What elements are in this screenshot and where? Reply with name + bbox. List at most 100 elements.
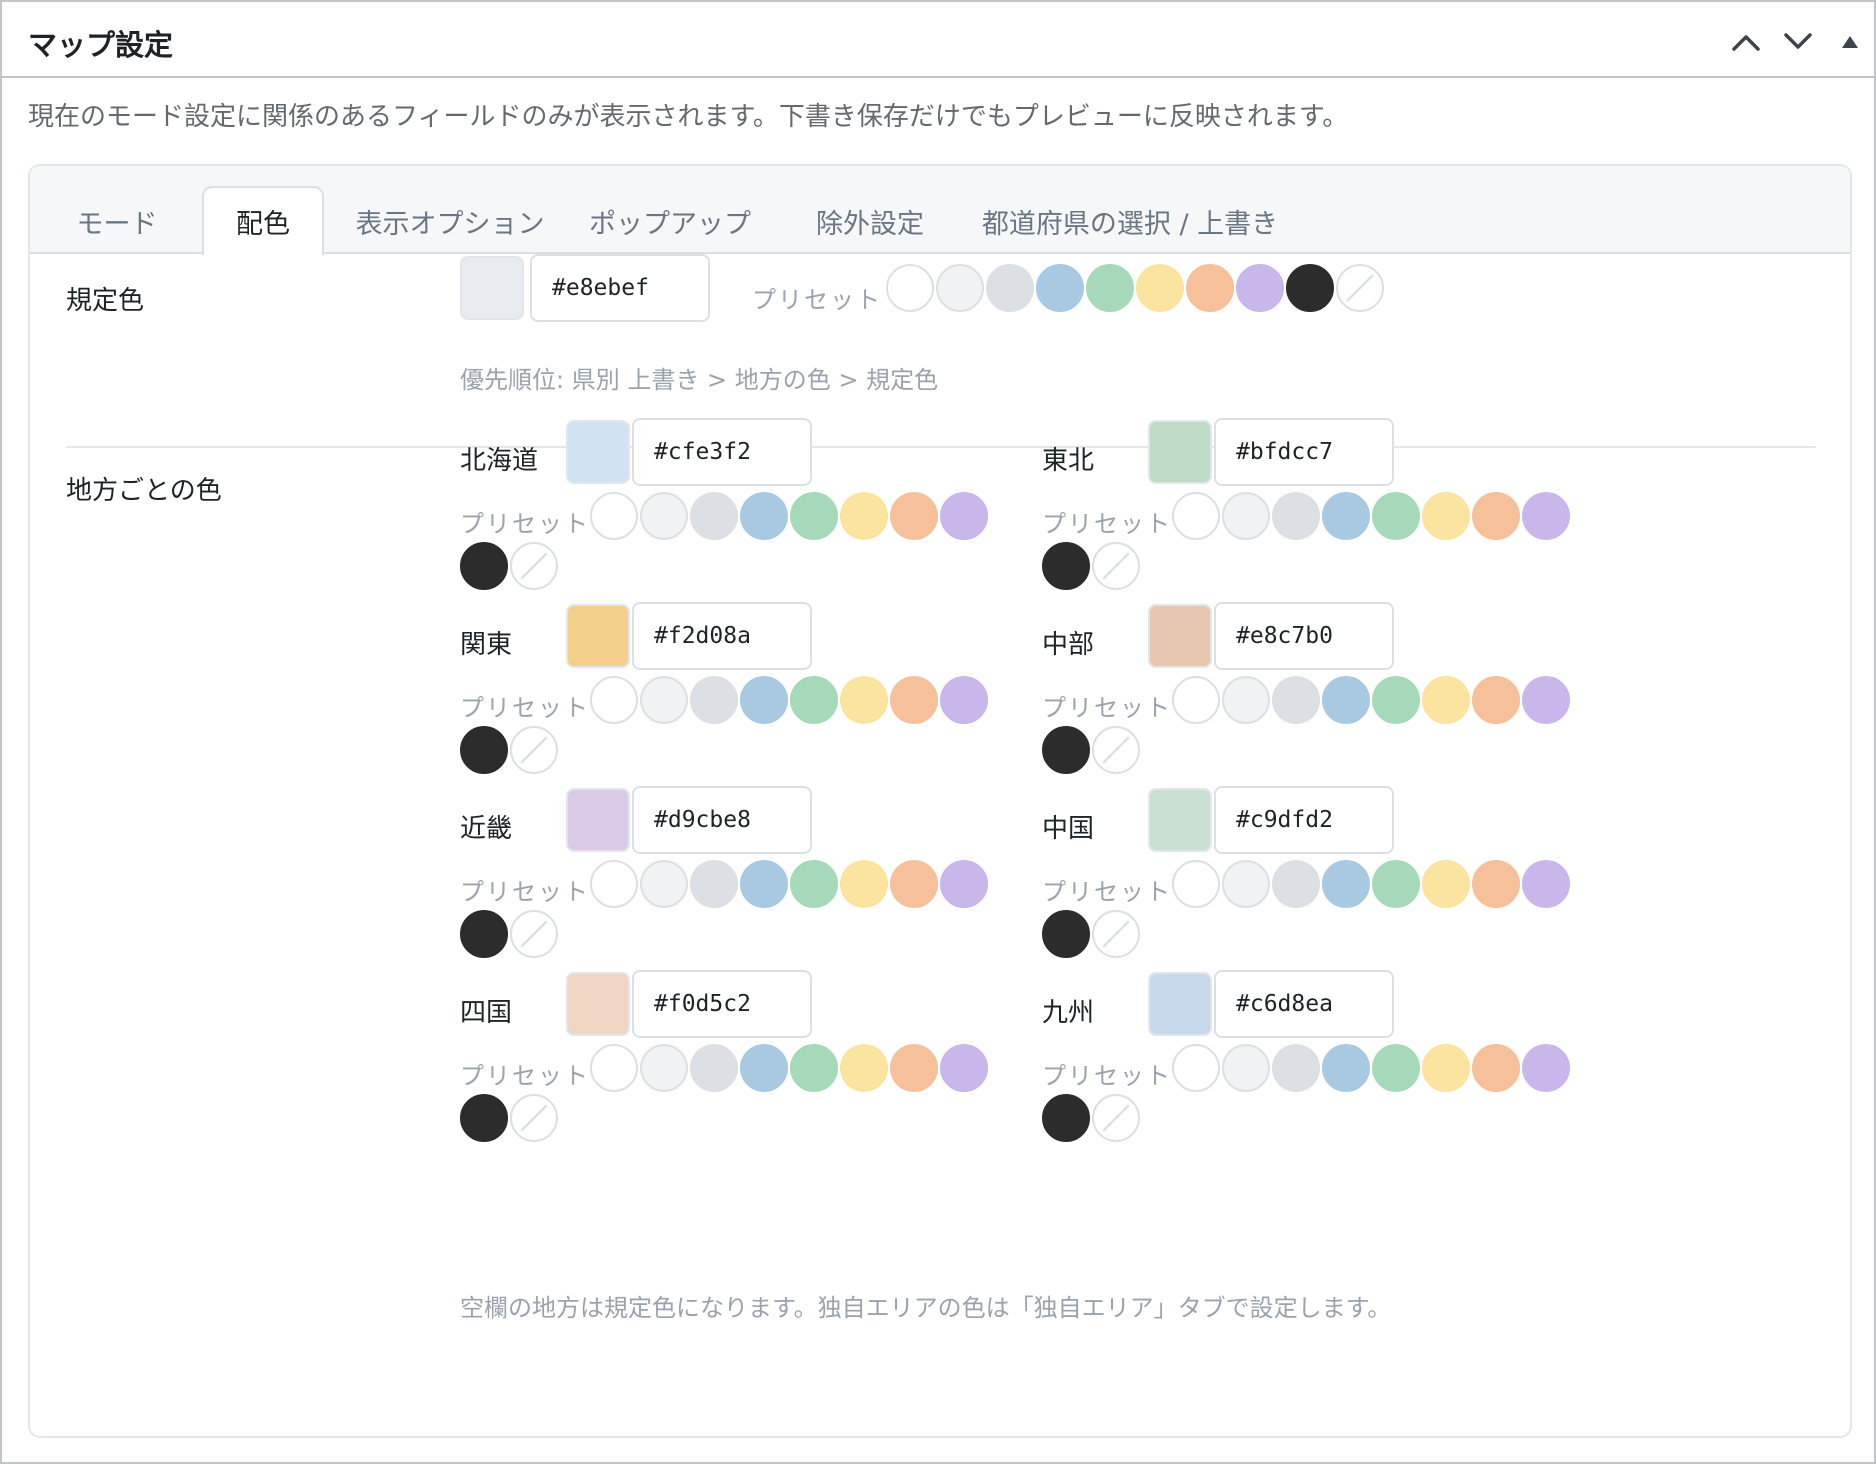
region-preset-yellow[interactable] xyxy=(840,676,888,724)
region-color-swatch[interactable] xyxy=(1148,420,1212,484)
region-preset-green[interactable] xyxy=(1372,1044,1420,1092)
region-preset-none[interactable] xyxy=(510,910,558,958)
region-preset-purple[interactable] xyxy=(940,860,988,908)
default-preset-none[interactable] xyxy=(1336,264,1384,312)
region-color-input[interactable]: #c6d8ea xyxy=(1214,970,1394,1038)
region-color-input[interactable]: #f2d08a xyxy=(632,602,812,670)
region-color-input[interactable]: #f0d5c2 xyxy=(632,970,812,1038)
region-color-swatch[interactable] xyxy=(566,972,630,1036)
default-preset-black[interactable] xyxy=(1286,264,1334,312)
region-color-input[interactable]: #bfdcc7 xyxy=(1214,418,1394,486)
region-preset-purple[interactable] xyxy=(1522,1044,1570,1092)
region-preset-very-light-gray[interactable] xyxy=(640,492,688,540)
region-preset-white[interactable] xyxy=(590,676,638,724)
region-preset-light-gray[interactable] xyxy=(690,676,738,724)
default-preset-yellow[interactable] xyxy=(1136,264,1184,312)
region-preset-black[interactable] xyxy=(1042,910,1090,958)
default-preset-white[interactable] xyxy=(886,264,934,312)
region-preset-blue[interactable] xyxy=(1322,860,1370,908)
default-color-swatch[interactable] xyxy=(460,256,524,320)
region-preset-none[interactable] xyxy=(510,726,558,774)
region-preset-green[interactable] xyxy=(790,1044,838,1092)
region-preset-green[interactable] xyxy=(1372,860,1420,908)
region-preset-light-gray[interactable] xyxy=(690,1044,738,1092)
region-preset-very-light-gray[interactable] xyxy=(1222,676,1270,724)
region-preset-purple[interactable] xyxy=(1522,860,1570,908)
region-preset-none[interactable] xyxy=(1092,1094,1140,1142)
region-preset-very-light-gray[interactable] xyxy=(640,860,688,908)
default-preset-blue[interactable] xyxy=(1036,264,1084,312)
region-color-swatch[interactable] xyxy=(566,420,630,484)
region-preset-orange[interactable] xyxy=(890,860,938,908)
region-preset-orange[interactable] xyxy=(1472,676,1520,724)
default-preset-orange[interactable] xyxy=(1186,264,1234,312)
region-preset-light-gray[interactable] xyxy=(1272,860,1320,908)
region-preset-none[interactable] xyxy=(510,542,558,590)
default-preset-very-light-gray[interactable] xyxy=(936,264,984,312)
region-preset-very-light-gray[interactable] xyxy=(1222,1044,1270,1092)
region-preset-white[interactable] xyxy=(590,492,638,540)
region-preset-yellow[interactable] xyxy=(1422,1044,1470,1092)
tab-color[interactable]: 配色 xyxy=(202,186,324,256)
region-color-swatch[interactable] xyxy=(1148,604,1212,668)
region-color-input[interactable]: #cfe3f2 xyxy=(632,418,812,486)
region-preset-white[interactable] xyxy=(1172,676,1220,724)
region-preset-green[interactable] xyxy=(1372,676,1420,724)
region-color-input[interactable]: #e8c7b0 xyxy=(1214,602,1394,670)
region-preset-yellow[interactable] xyxy=(1422,492,1470,540)
region-preset-none[interactable] xyxy=(1092,910,1140,958)
default-color-input[interactable]: #e8ebef xyxy=(530,254,710,322)
tab-popup[interactable]: ポップアップ xyxy=(570,186,770,256)
region-preset-orange[interactable] xyxy=(1472,860,1520,908)
region-preset-orange[interactable] xyxy=(890,492,938,540)
region-preset-blue[interactable] xyxy=(1322,1044,1370,1092)
tab-display-options[interactable]: 表示オプション xyxy=(350,186,550,256)
region-preset-white[interactable] xyxy=(590,860,638,908)
default-preset-light-gray[interactable] xyxy=(986,264,1034,312)
region-preset-very-light-gray[interactable] xyxy=(1222,492,1270,540)
region-preset-yellow[interactable] xyxy=(840,860,888,908)
region-preset-none[interactable] xyxy=(1092,542,1140,590)
default-preset-purple[interactable] xyxy=(1236,264,1284,312)
region-preset-yellow[interactable] xyxy=(1422,676,1470,724)
region-preset-purple[interactable] xyxy=(1522,492,1570,540)
tab-exclusion[interactable]: 除外設定 xyxy=(790,186,950,256)
region-preset-light-gray[interactable] xyxy=(690,860,738,908)
region-color-swatch[interactable] xyxy=(566,604,630,668)
region-preset-blue[interactable] xyxy=(1322,492,1370,540)
region-preset-black[interactable] xyxy=(1042,1094,1090,1142)
tab-prefecture-select[interactable]: 都道府県の選択 / 上書き xyxy=(970,186,1290,256)
region-preset-very-light-gray[interactable] xyxy=(1222,860,1270,908)
region-preset-orange[interactable] xyxy=(1472,492,1520,540)
region-color-swatch[interactable] xyxy=(1148,788,1212,852)
region-color-swatch[interactable] xyxy=(1148,972,1212,1036)
region-preset-purple[interactable] xyxy=(1522,676,1570,724)
region-preset-light-gray[interactable] xyxy=(1272,1044,1320,1092)
default-preset-green[interactable] xyxy=(1086,264,1134,312)
region-preset-orange[interactable] xyxy=(890,1044,938,1092)
collapse-toggle-button[interactable] xyxy=(1832,24,1868,60)
region-preset-black[interactable] xyxy=(460,542,508,590)
region-preset-blue[interactable] xyxy=(740,492,788,540)
tab-mode[interactable]: モード xyxy=(52,186,182,256)
region-preset-none[interactable] xyxy=(1092,726,1140,774)
region-preset-yellow[interactable] xyxy=(840,492,888,540)
region-preset-light-gray[interactable] xyxy=(1272,676,1320,724)
region-preset-green[interactable] xyxy=(1372,492,1420,540)
region-preset-green[interactable] xyxy=(790,492,838,540)
region-preset-yellow[interactable] xyxy=(1422,860,1470,908)
region-preset-orange[interactable] xyxy=(1472,1044,1520,1092)
region-color-swatch[interactable] xyxy=(566,788,630,852)
region-preset-black[interactable] xyxy=(460,726,508,774)
region-preset-white[interactable] xyxy=(1172,1044,1220,1092)
region-preset-purple[interactable] xyxy=(940,1044,988,1092)
region-preset-orange[interactable] xyxy=(890,676,938,724)
region-preset-green[interactable] xyxy=(790,860,838,908)
region-preset-light-gray[interactable] xyxy=(1272,492,1320,540)
region-preset-green[interactable] xyxy=(790,676,838,724)
region-preset-purple[interactable] xyxy=(940,676,988,724)
region-preset-white[interactable] xyxy=(1172,860,1220,908)
region-preset-black[interactable] xyxy=(460,1094,508,1142)
region-preset-blue[interactable] xyxy=(740,860,788,908)
region-color-input[interactable]: #d9cbe8 xyxy=(632,786,812,854)
